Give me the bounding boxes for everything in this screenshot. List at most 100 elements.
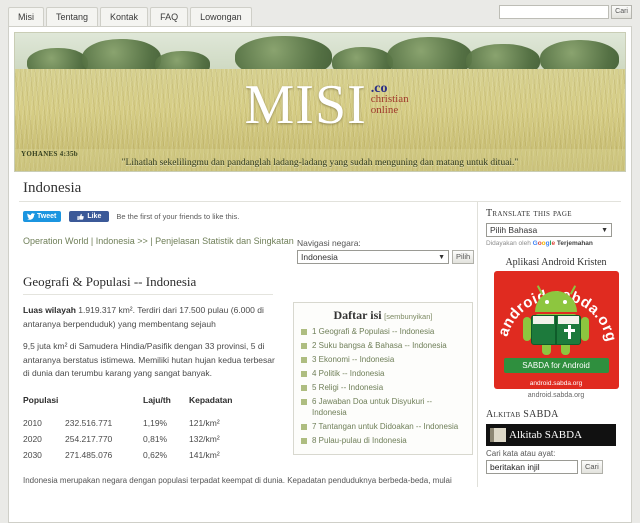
android-badge-label: SABDA for Android bbox=[503, 358, 609, 373]
language-select-value: Pilih Bahasa bbox=[490, 225, 538, 235]
alkitab-search-label: Cari kata atau ayat: bbox=[486, 449, 556, 458]
tweet-button[interactable]: Tweet bbox=[23, 211, 62, 222]
article-paragraph-1: Luas wilayah 1.919.317 km². Terdiri dari… bbox=[23, 304, 275, 331]
nav-tab-lowongan[interactable]: Lowongan bbox=[190, 7, 252, 26]
chevron-down-icon: ▼ bbox=[438, 253, 445, 261]
article-bottom-paragraph: Indonesia merupakan negara dengan popula… bbox=[23, 475, 452, 485]
article-paragraph-1-bold: Luas wilayah bbox=[23, 305, 76, 315]
book-icon bbox=[490, 428, 506, 442]
list-item[interactable]: 7 Tantangan untuk Didoakan -- Indonesia bbox=[301, 421, 465, 432]
table-of-contents: Daftar isi [sembunyikan] 1 Geografi & Po… bbox=[293, 302, 473, 455]
cross-icon bbox=[568, 325, 571, 339]
nav-tab-tentang[interactable]: Tentang bbox=[46, 7, 99, 26]
breadcrumb-link-indonesia[interactable]: Indonesia >> bbox=[96, 236, 148, 246]
verse-reference: YOHANES 4:35b bbox=[21, 150, 78, 158]
breadcrumb-link-penjelasan-statistik[interactable]: Penjelasan Statistik dan Singkatan bbox=[155, 236, 294, 246]
top-navigation-bar: Misi Tentang Kontak FAQ Lowongan Cari bbox=[0, 0, 640, 26]
list-item[interactable]: 6 Jawaban Doa untuk Disyukuri -- Indones… bbox=[301, 396, 465, 418]
table-row: 2020 254.217.770 0,81% 132/km² bbox=[23, 431, 275, 447]
open-book-icon bbox=[531, 315, 581, 345]
table-row: 2010 232.516.771 1,19% 121/km² bbox=[23, 415, 275, 431]
bullet-icon bbox=[301, 399, 307, 405]
country-select-value: Indonesia bbox=[301, 252, 338, 262]
country-select[interactable]: Indonesia ▼ bbox=[297, 250, 449, 264]
alkitab-heading: Alkitab SABDA bbox=[486, 409, 559, 420]
breadcrumb-separator-2: | bbox=[147, 236, 156, 246]
page-root: Misi Tentang Kontak FAQ Lowongan Cari MI… bbox=[0, 0, 640, 523]
bullet-icon bbox=[301, 357, 307, 363]
bullet-icon bbox=[301, 385, 307, 391]
toc-title: Daftar isi bbox=[333, 308, 382, 322]
like-button-label: Like bbox=[87, 213, 102, 220]
sidebar-translate-widget: Translate this page Pilih Bahasa ▼ Diday… bbox=[486, 208, 625, 247]
breadcrumb: Operation World | Indonesia >> | Penjela… bbox=[23, 234, 323, 248]
breadcrumb-link-operation-world[interactable]: Operation World bbox=[23, 236, 88, 246]
site-logo-text: MISI bbox=[244, 74, 367, 136]
tweet-button-label: Tweet bbox=[37, 213, 57, 220]
android-sabda-banner: android.sabda.org bbox=[493, 271, 619, 389]
population-table-header-row: Populasi Laju/th Kepadatan bbox=[23, 395, 275, 415]
toc-item-label: 6 Jawaban Doa untuk Disyukuri -- Indones… bbox=[312, 397, 433, 417]
translate-attribution-prefix: Didayakan oleh bbox=[486, 240, 531, 247]
list-item[interactable]: 1 Geografi & Populasi -- Indonesia bbox=[301, 326, 465, 337]
android-widget-heading: Aplikasi Android Kristen bbox=[505, 257, 607, 268]
nav-tab-misi[interactable]: Misi bbox=[8, 7, 44, 26]
list-item[interactable]: 2 Suku bangsa & Bahasa -- Indonesia bbox=[301, 340, 465, 351]
table-row: 2030 271.485.076 0,62% 141/km² bbox=[23, 447, 275, 463]
column-header-populasi: Populasi bbox=[23, 394, 59, 405]
country-navigation-label: Navigasi negara: bbox=[297, 238, 361, 248]
cell-rate: 1,19% bbox=[143, 417, 168, 428]
country-select-submit-button[interactable]: Pilih bbox=[452, 250, 475, 264]
column-header-laju: Laju/th bbox=[143, 394, 171, 405]
bullet-icon bbox=[301, 438, 307, 444]
toc-item-label: 5 Religi -- Indonesia bbox=[312, 383, 384, 392]
list-item[interactable]: 5 Religi -- Indonesia bbox=[301, 382, 465, 393]
sidebar-android-widget[interactable]: Aplikasi Android Kristen android.sabda.o… bbox=[486, 257, 626, 399]
sidebar-alkitab-widget: Alkitab SABDA Alkitab SABDA Cari kata at… bbox=[486, 409, 625, 474]
site-search-button[interactable]: Cari bbox=[611, 5, 632, 19]
site-search: Cari bbox=[499, 5, 632, 19]
site-search-input[interactable] bbox=[499, 5, 610, 19]
toc-item-label: 1 Geografi & Populasi -- Indonesia bbox=[312, 327, 435, 336]
toc-item-label: 7 Tantangan untuk Didoakan -- Indonesia bbox=[312, 422, 459, 431]
toc-hide-toggle[interactable]: [sembunyikan] bbox=[384, 312, 432, 321]
population-table-head: Populasi Laju/th Kepadatan bbox=[23, 395, 275, 415]
thumbs-up-icon bbox=[77, 213, 85, 220]
android-badge-url: android.sabda.org bbox=[529, 380, 583, 387]
cell-rate: 0,62% bbox=[143, 449, 168, 460]
site-logo-suffix: .co christian online bbox=[371, 82, 409, 116]
alkitab-search-button[interactable]: Cari bbox=[581, 460, 603, 474]
cell-density: 141/km² bbox=[189, 449, 220, 460]
translate-heading: Translate this page bbox=[486, 208, 572, 219]
bullet-icon bbox=[301, 329, 307, 335]
cell-rate: 0,81% bbox=[143, 433, 168, 444]
article-paragraph-2: 9,5 juta km² di Samudera Hindia/Pasifik … bbox=[23, 341, 275, 378]
section-heading-divider bbox=[23, 294, 273, 295]
country-navigation-row: Indonesia ▼ Pilih bbox=[297, 250, 477, 264]
toc-item-label: 3 Ekonomi -- Indonesia bbox=[312, 355, 395, 364]
list-item[interactable]: 8 Pulau-pulau di Indonesia bbox=[301, 435, 465, 446]
bullet-icon bbox=[301, 343, 307, 349]
page-title: Indonesia bbox=[23, 180, 82, 196]
content-columns: Tweet Like Be the first of your friends … bbox=[9, 202, 631, 487]
language-select[interactable]: Pilih Bahasa ▼ bbox=[486, 223, 612, 237]
nav-tab-faq[interactable]: FAQ bbox=[150, 7, 189, 26]
toc-item-label: 4 Politik -- Indonesia bbox=[312, 369, 385, 378]
alkitab-logo-banner: Alkitab SABDA bbox=[486, 424, 616, 446]
main-content-column: Tweet Like Be the first of your friends … bbox=[9, 202, 477, 487]
translate-attribution: Didayakan oleh Google Terjemahan bbox=[486, 240, 625, 247]
list-item[interactable]: 3 Ekonomi -- Indonesia bbox=[301, 354, 465, 365]
facebook-like-button[interactable]: Like bbox=[69, 211, 110, 222]
population-table: Populasi Laju/th Kepadatan 2010 232.516.… bbox=[23, 395, 275, 463]
list-item[interactable]: 4 Politik -- Indonesia bbox=[301, 368, 465, 379]
nav-tab-list: Misi Tentang Kontak FAQ Lowongan bbox=[8, 7, 252, 26]
alkitab-search-input[interactable] bbox=[486, 460, 578, 474]
cell-population: 254.217.770 bbox=[65, 433, 113, 444]
content-card: MISI .co christian online YOHANES 4:35b … bbox=[8, 26, 632, 523]
nav-tab-kontak[interactable]: Kontak bbox=[100, 7, 149, 26]
bullet-icon bbox=[301, 371, 307, 377]
cell-density: 121/km² bbox=[189, 417, 220, 428]
cell-year: 2010 bbox=[23, 417, 42, 428]
column-header-spacer bbox=[65, 395, 143, 415]
site-logo: MISI .co christian online bbox=[244, 74, 409, 136]
